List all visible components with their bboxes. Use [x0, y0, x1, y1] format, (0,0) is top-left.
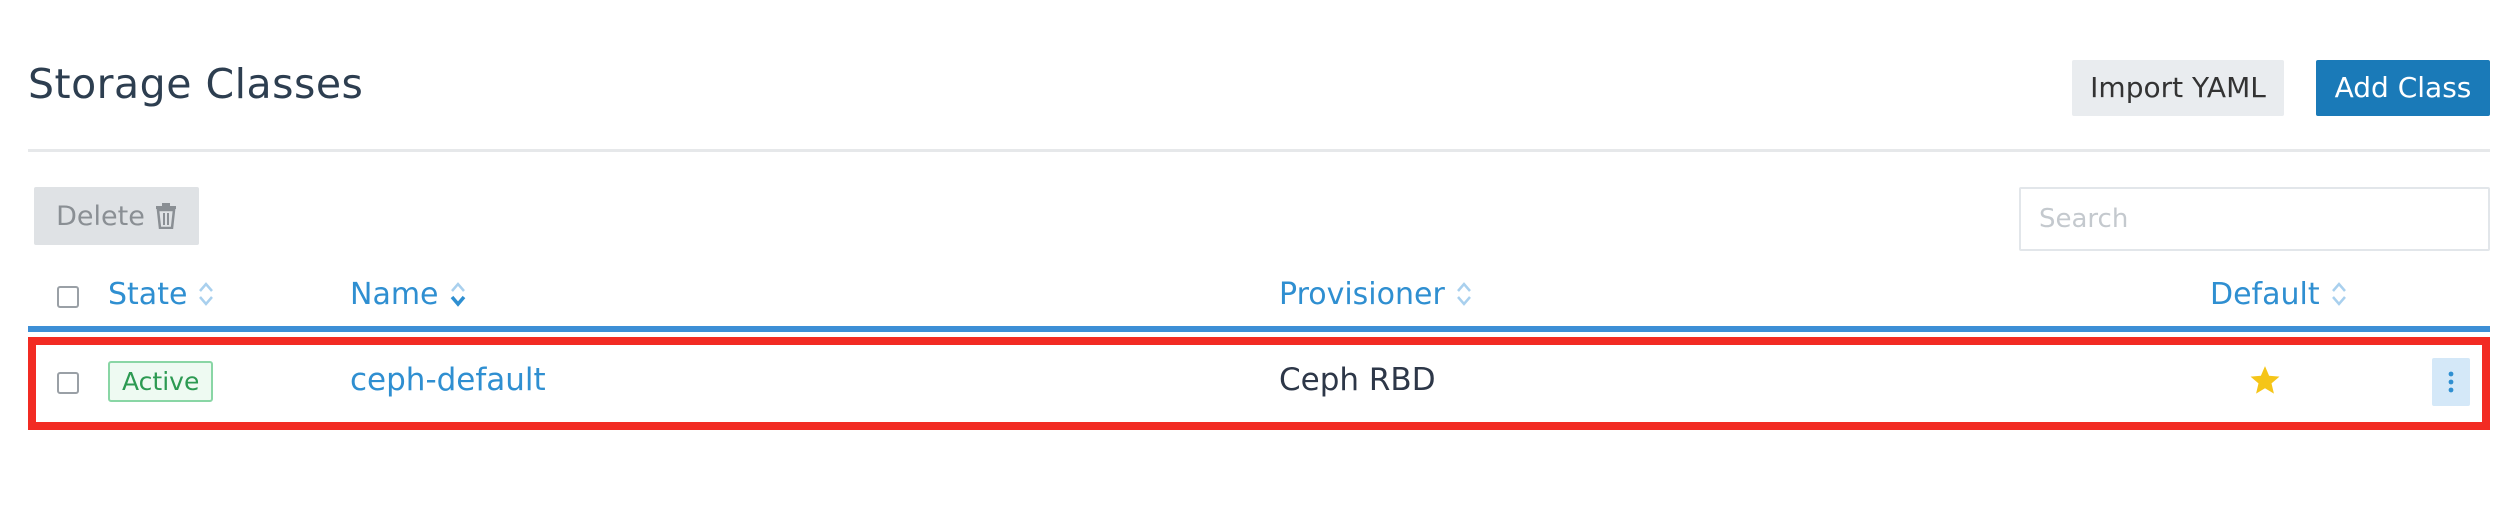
header-divider: [28, 149, 2490, 152]
sort-icon: [1456, 282, 1471, 306]
row-actions-button[interactable]: [2432, 358, 2470, 406]
column-header-name-label: Name: [350, 276, 439, 312]
storage-classes-page: Storage Classes Import YAML Add Class De…: [0, 0, 2512, 508]
table-header-divider: [28, 326, 2490, 332]
column-header-provisioner-label: Provisioner: [1279, 276, 1445, 312]
sort-icon: [2331, 282, 2346, 306]
select-all-checkbox[interactable]: [57, 286, 79, 308]
column-header-state-label: State: [108, 276, 188, 312]
delete-button[interactable]: Delete: [34, 187, 199, 245]
status-badge: Active: [108, 361, 214, 402]
provisioner-value: Ceph RBD: [1279, 362, 1436, 398]
column-header-state[interactable]: State: [108, 272, 215, 316]
sort-icon: [450, 282, 465, 307]
page-title: Storage Classes: [28, 60, 364, 108]
import-yaml-button[interactable]: Import YAML: [2072, 60, 2284, 116]
column-header-default-label: Default: [2210, 276, 2320, 312]
trash-icon: [155, 203, 176, 229]
column-header-default[interactable]: Default: [2210, 272, 2348, 316]
row-checkbox[interactable]: [57, 372, 79, 394]
storage-class-name-link[interactable]: ceph-default: [350, 362, 546, 398]
column-header-provisioner[interactable]: Provisioner: [1279, 272, 1473, 316]
delete-button-label: Delete: [56, 200, 145, 232]
sort-icon: [199, 282, 214, 306]
add-class-button[interactable]: Add Class: [2316, 60, 2490, 116]
star-icon: [2250, 366, 2280, 394]
kebab-menu-icon: [2448, 371, 2454, 393]
column-header-name[interactable]: Name: [350, 272, 467, 316]
search-input[interactable]: [2019, 187, 2490, 251]
